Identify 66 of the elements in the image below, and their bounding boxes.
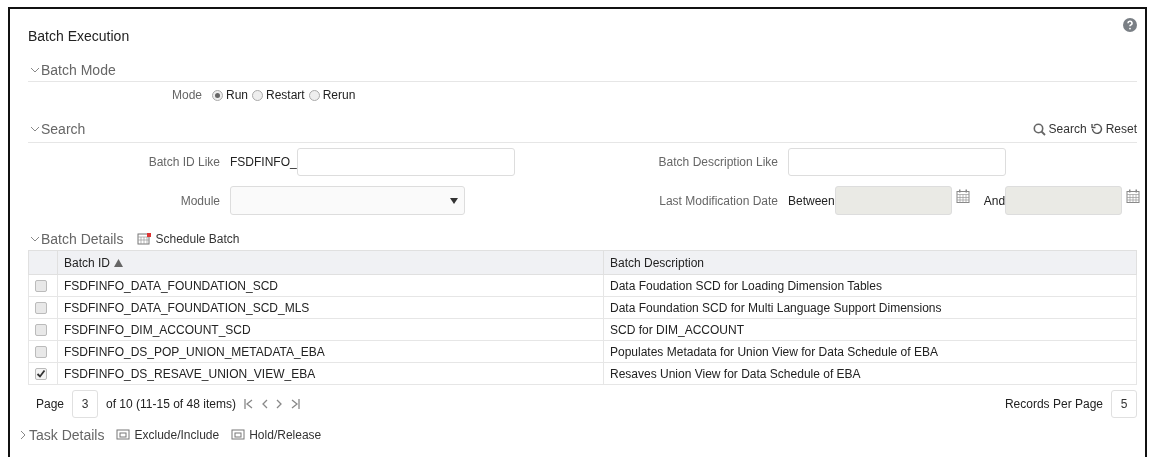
section-toggle[interactable]: Task Details — [16, 427, 105, 443]
schedule-batch-button[interactable]: Schedule Batch — [137, 232, 240, 246]
chevron-icon — [30, 124, 40, 134]
row-checkbox[interactable] — [35, 367, 47, 380]
table-cell: FSDFINFO_DIM_ACCOUNT_SCD — [57, 318, 604, 341]
table-cell: Populates Metadata for Union View for Data Schedule of EBA — [603, 340, 1137, 363]
date-field[interactable] — [1005, 186, 1123, 215]
reset-button[interactable]: Reset — [1090, 122, 1137, 136]
help-icon[interactable] — [1123, 18, 1137, 32]
pager-label: Page — [36, 397, 65, 411]
table-cell: FSDFINFO_DATA_FOUNDATION_SCD — [57, 274, 604, 297]
row-checkbox[interactable] — [35, 345, 47, 358]
window-icon — [116, 429, 132, 441]
search-button[interactable]: Search — [1032, 122, 1087, 136]
search-icon — [1032, 122, 1046, 136]
table-cell: Data Foundation SCD for Multi Language Support Dimensions — [603, 296, 1137, 319]
radio-option[interactable]: Run — [212, 88, 248, 102]
field-prefix: FSDFINFO_ — [230, 155, 297, 169]
field-label: And — [983, 193, 1006, 208]
table-cell: Data Foudation SCD for Loading Dimension Tables — [603, 274, 1137, 297]
calendar-icon[interactable] — [955, 188, 970, 203]
radio-option[interactable]: Restart — [252, 88, 305, 102]
toolbar-button[interactable]: Hold/Release — [231, 428, 322, 442]
first-page-icon[interactable] — [243, 399, 253, 409]
window-icon — [231, 429, 247, 441]
field-label: Batch Description Like — [657, 155, 778, 169]
calendar-icon[interactable] — [1126, 188, 1141, 203]
table-cell: FSDFINFO_DATA_FOUNDATION_SCD_MLS — [57, 296, 604, 319]
chevron-icon — [18, 430, 28, 440]
toolbar-button[interactable]: Exclude/Include — [116, 428, 220, 442]
field-label: Batch ID Like — [147, 155, 220, 169]
column-header[interactable]: Batch ID — [57, 250, 604, 275]
radio-option[interactable]: Rerun — [308, 88, 356, 102]
section-toggle[interactable]: Batch Mode — [28, 62, 116, 78]
row-checkbox[interactable] — [35, 279, 47, 292]
previous-page-icon[interactable] — [260, 399, 268, 409]
page-number-field[interactable]: 3 — [72, 390, 99, 418]
date-field[interactable] — [834, 186, 952, 215]
table-cell: Resaves Union View for Data Schedule of EBA — [603, 362, 1137, 385]
field-label: Mode — [170, 88, 202, 102]
table-cell: SCD for DIM_ACCOUNT — [603, 318, 1137, 341]
row-checkbox[interactable] — [35, 323, 47, 336]
last-page-icon[interactable] — [290, 399, 300, 409]
section-toggle[interactable]: Batch Details — [28, 231, 124, 247]
table-cell: FSDFINFO_DS_RESAVE_UNION_VIEW_EBA — [57, 362, 604, 385]
field-label: Module — [179, 193, 220, 208]
pager-label: Records Per Page — [1004, 397, 1103, 411]
batch-id-field[interactable] — [296, 148, 515, 176]
dropdown-caret-icon — [450, 197, 458, 204]
field-label: Between — [788, 193, 835, 208]
sort-ascending-icon — [114, 258, 124, 267]
page-title: Batch Execution — [28, 28, 130, 44]
reset-icon — [1090, 123, 1103, 135]
calendar-icon — [137, 233, 153, 245]
records-per-page-field[interactable]: 5 — [1111, 390, 1137, 418]
section-toggle[interactable]: Search — [28, 121, 86, 137]
next-page-icon[interactable] — [275, 399, 283, 409]
column-header[interactable]: Batch Description — [603, 250, 1137, 275]
row-checkbox[interactable] — [35, 301, 47, 314]
pager-summary: of 10 (11-15 of 48 items) — [106, 397, 236, 411]
table-cell: FSDFINFO_DS_POP_UNION_METADATA_EBA — [57, 340, 604, 363]
module-dropdown[interactable] — [230, 186, 465, 215]
batch-description-field[interactable] — [788, 148, 1006, 176]
chevron-icon — [30, 65, 40, 75]
field-label: Last Modification Date — [658, 193, 778, 208]
chevron-icon — [30, 234, 40, 244]
